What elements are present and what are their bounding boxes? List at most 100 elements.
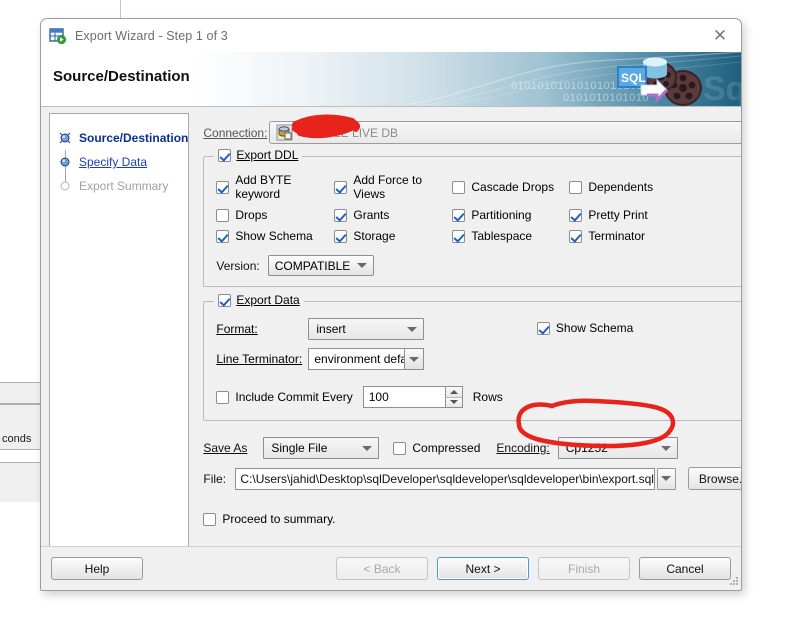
- line-terminator-dropdown[interactable]: environment default: [308, 348, 425, 370]
- option-storage[interactable]: Storage: [334, 229, 452, 243]
- option-label: Storage: [353, 229, 396, 243]
- wizard-step-sidebar: Source/Destination Specify Data Export S…: [49, 113, 190, 570]
- stepper-buttons[interactable]: [444, 387, 462, 407]
- chevron-down-icon[interactable]: [404, 349, 424, 369]
- checkbox[interactable]: [452, 229, 466, 243]
- checkbox[interactable]: [536, 321, 550, 335]
- dialog-content: Source/Destination Specify Data Export S…: [41, 107, 741, 570]
- file-row: File: C:\Users\jahid\Desktop\sqlDevelope…: [203, 467, 741, 490]
- line-terminator-label: Line Terminator:: [216, 352, 303, 366]
- wizard-main-pane: Connection: ORACLE LIVE DB Export DDL Ad…: [189, 113, 741, 570]
- checkbox[interactable]: [569, 208, 583, 222]
- option-label: Add Force to Views: [353, 173, 423, 201]
- option-label: Show Schema: [235, 229, 313, 243]
- checkbox[interactable]: [393, 441, 407, 455]
- format-label: Format:: [216, 322, 258, 336]
- export-data-show-schema[interactable]: Show Schema: [536, 321, 741, 335]
- format-value: insert: [316, 322, 346, 336]
- checkbox[interactable]: [203, 512, 217, 526]
- checkbox[interactable]: [569, 229, 583, 243]
- option-label: Cascade Drops: [471, 180, 555, 194]
- option-partitioning[interactable]: Partitioning: [452, 208, 569, 222]
- next-button[interactable]: Next >: [437, 557, 529, 580]
- checkbox[interactable]: [216, 180, 230, 194]
- sidebar-item-export-summary: Export Summary: [50, 174, 188, 198]
- option-label: Terminator: [588, 229, 646, 243]
- cancel-button[interactable]: Cancel: [639, 557, 731, 580]
- export-data-checkbox[interactable]: [218, 293, 232, 307]
- proceed-label: Proceed to summary.: [222, 512, 336, 526]
- option-label: Pretty Print: [588, 208, 648, 222]
- bg-seconds-label: conds: [2, 433, 32, 445]
- checkbox[interactable]: [569, 180, 583, 194]
- sidebar-item-specify-data[interactable]: Specify Data: [50, 150, 188, 174]
- file-path-input[interactable]: C:\Users\jahid\Desktop\sqlDeveloper\sqld…: [235, 467, 655, 490]
- stepper-down-icon[interactable]: [444, 397, 462, 407]
- page-title: Source/Destination: [53, 68, 190, 85]
- export-ddl-title[interactable]: Export DDL: [214, 148, 303, 162]
- option-dependents[interactable]: Dependents: [569, 173, 741, 201]
- checkbox[interactable]: [216, 208, 230, 222]
- encoding-dropdown[interactable]: Cp1252: [557, 437, 678, 459]
- option-label: Add BYTE keyword: [235, 173, 292, 201]
- checkbox[interactable]: [452, 208, 466, 222]
- back-button: < Back: [336, 557, 428, 580]
- connection-dropdown[interactable]: ORACLE LIVE DB: [269, 121, 741, 144]
- svg-text:SQL: SQL: [621, 71, 646, 85]
- option-cascade-drops[interactable]: Cascade Drops: [452, 173, 569, 201]
- sidebar-item-label: Export Summary: [79, 179, 169, 193]
- finish-button: Finish: [538, 557, 630, 580]
- resize-grip[interactable]: [727, 576, 739, 588]
- sidebar-item-source-destination[interactable]: Source/Destination: [50, 126, 189, 150]
- stepper-up-icon[interactable]: [444, 387, 462, 398]
- commit-row: Include Commit Every 100 Rows: [216, 386, 741, 408]
- option-add-byte-keyword[interactable]: Add BYTE keyword: [216, 173, 334, 201]
- file-label: File:: [203, 471, 227, 486]
- save-as-value: Single File: [271, 441, 328, 455]
- export-ddl-checkbox[interactable]: [218, 148, 232, 162]
- sidebar-item-label: Source/Destination: [79, 131, 189, 145]
- option-add-force-to-views[interactable]: Add Force to Views: [334, 173, 452, 201]
- step-current-icon: [58, 131, 72, 145]
- commit-rows-stepper[interactable]: 100: [362, 386, 463, 408]
- checkbox[interactable]: [216, 390, 230, 404]
- compressed-label: Compressed: [412, 441, 481, 455]
- show-schema-label: Show Schema: [555, 321, 634, 335]
- connection-label: Connection:: [203, 125, 268, 140]
- proceed-to-summary-checkbox-row[interactable]: Proceed to summary.: [203, 512, 741, 526]
- checkbox[interactable]: [334, 229, 348, 243]
- option-tablespace[interactable]: Tablespace: [452, 229, 569, 243]
- line-terminator-row: Line Terminator: environment default: [216, 348, 537, 370]
- option-show-schema[interactable]: Show Schema: [216, 229, 334, 243]
- checkbox[interactable]: [216, 229, 230, 243]
- close-icon[interactable]: ✕: [709, 25, 731, 47]
- checkbox[interactable]: [334, 180, 348, 194]
- export-ddl-label: Export DDL: [236, 148, 299, 162]
- save-as-dropdown[interactable]: Single File: [263, 437, 380, 459]
- encoding-label: Encoding:: [496, 441, 550, 455]
- export-data-label: Export Data: [236, 293, 300, 307]
- database-connection-icon: [276, 124, 293, 141]
- commit-rows-value: 100: [368, 390, 389, 404]
- checkbox[interactable]: [334, 208, 348, 222]
- export-wizard-dialog: Export Wizard - Step 1 of 3 ✕ Sq 0101010…: [40, 18, 742, 591]
- compressed-checkbox-row[interactable]: Compressed: [393, 441, 480, 455]
- checkbox[interactable]: [452, 180, 466, 194]
- export-data-title[interactable]: Export Data: [214, 293, 304, 307]
- help-button[interactable]: Help: [51, 557, 143, 580]
- option-grants[interactable]: Grants: [334, 208, 452, 222]
- option-drops[interactable]: Drops: [216, 208, 334, 222]
- browse-button[interactable]: Browse...: [687, 467, 741, 490]
- option-terminator[interactable]: Terminator: [569, 229, 741, 243]
- save-as-label: Save As: [203, 441, 248, 455]
- version-dropdown[interactable]: COMPATIBLE: [267, 255, 375, 276]
- file-history-dropdown[interactable]: [656, 467, 676, 490]
- chevron-down-icon[interactable]: [740, 131, 741, 136]
- save-as-row: Save As Single File Compressed Encoding:…: [203, 437, 741, 459]
- wizard-banner: Sq 010101010101010101010101010 010101010…: [41, 52, 741, 107]
- dialog-footer: Help < Back Next > Finish Cancel: [41, 546, 741, 590]
- format-dropdown[interactable]: insert: [308, 318, 425, 340]
- sql-export-graphic: SQL: [617, 57, 702, 106]
- option-pretty-print[interactable]: Pretty Print: [569, 208, 741, 222]
- include-commit-checkbox-row[interactable]: Include Commit Every: [216, 390, 353, 404]
